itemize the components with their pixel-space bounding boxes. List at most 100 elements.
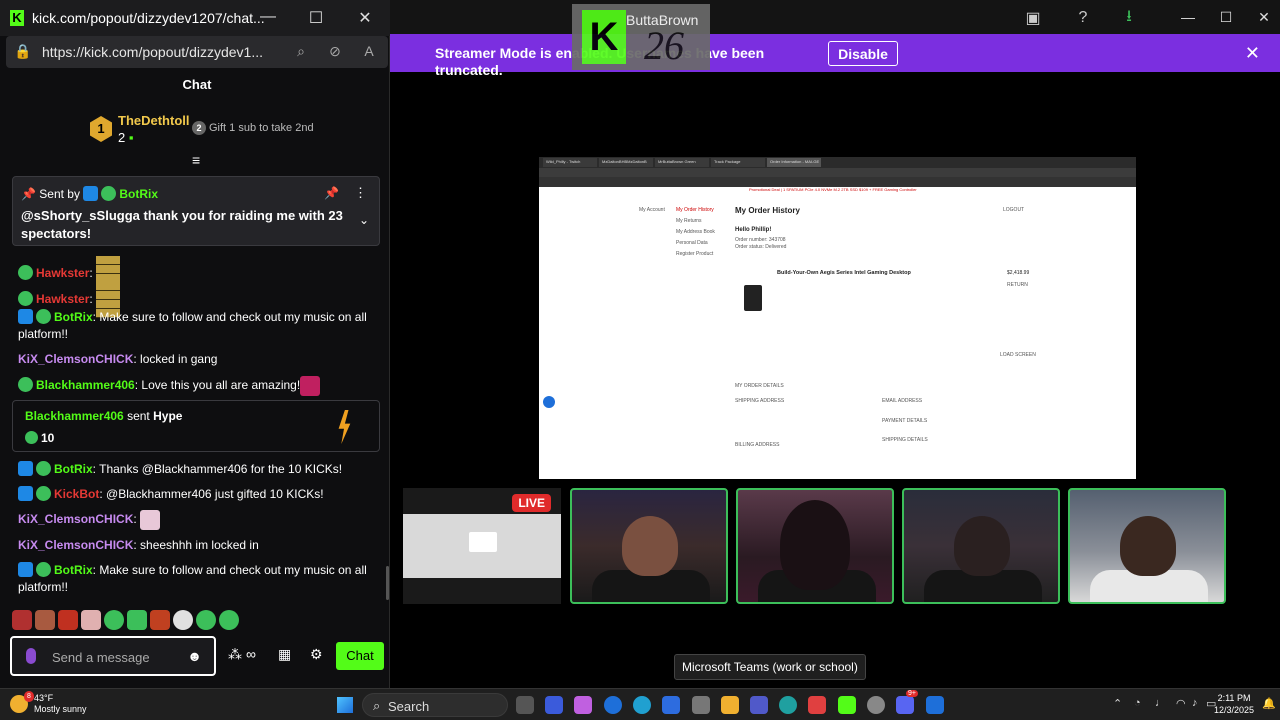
- zoom-icon[interactable]: [662, 696, 680, 714]
- chat-username[interactable]: BotRix: [54, 563, 93, 577]
- edge-icon[interactable]: [779, 696, 797, 714]
- infinity-icon[interactable]: ∞: [246, 646, 256, 662]
- emote-button[interactable]: [196, 610, 216, 630]
- emote-button[interactable]: [12, 610, 32, 630]
- emoji-icon[interactable]: ☻: [187, 648, 202, 664]
- wifi-icon[interactable]: ◠: [1176, 697, 1186, 710]
- nav-link: My Account: [639, 207, 665, 213]
- taskbar-clock[interactable]: 2:11 PM 12/3/2025: [1214, 692, 1254, 716]
- chat-username[interactable]: Hawkster: [36, 266, 89, 280]
- app-icon[interactable]: [545, 696, 563, 714]
- chat-title: Chat: [182, 77, 212, 92]
- chevron-down-icon[interactable]: ⌄: [359, 213, 369, 227]
- emote-button[interactable]: [81, 610, 101, 630]
- chat-message-input[interactable]: [52, 646, 182, 668]
- hype-amount: 10: [25, 431, 54, 445]
- screen-share-thumbnail[interactable]: LIVE: [403, 488, 561, 604]
- app-icon[interactable]: [633, 696, 651, 714]
- app-icon[interactable]: [926, 696, 944, 714]
- disable-button[interactable]: Disable: [828, 41, 898, 66]
- address-bar[interactable]: 🔒 https://kick.com/popout/dizzydev1... ⌕…: [6, 36, 388, 68]
- browser-tabs: Wild_Philly - Twitch MzDaltonBHBMzDalton…: [539, 157, 1136, 168]
- minimize-button[interactable]: —: [258, 8, 278, 26]
- shipping-address-label: SHIPPING ADDRESS: [735, 398, 785, 404]
- discord-icon[interactable]: [896, 696, 914, 714]
- emote-button[interactable]: [58, 610, 78, 630]
- gift-prompt-text: Gift 1 sub to take 2nd: [209, 122, 314, 134]
- participant-video[interactable]: [570, 488, 728, 604]
- url-text: https://kick.com/popout/dizzydev1...: [42, 44, 263, 60]
- kick-logo-icon: K: [10, 10, 24, 26]
- emote-button[interactable]: [219, 610, 239, 630]
- hype-user[interactable]: Blackhammer406: [25, 409, 124, 423]
- microphone-icon[interactable]: [26, 648, 36, 664]
- close-icon[interactable]: ✕: [1245, 43, 1260, 64]
- emote-button[interactable]: [127, 610, 147, 630]
- chat-username[interactable]: BotRix: [54, 462, 93, 476]
- task-view-icon[interactable]: [516, 696, 534, 714]
- close-window-button[interactable]: ✕: [1249, 5, 1279, 29]
- chat-text: sheeshhh im locked in: [140, 538, 259, 552]
- pin-icon[interactable]: 📌: [324, 186, 339, 200]
- close-button[interactable]: ✕: [355, 8, 375, 28]
- notification-bell-icon[interactable]: 🔔: [1262, 697, 1276, 710]
- record-icon[interactable]: ▣: [1022, 7, 1044, 29]
- expand-leaderboard-icon[interactable]: ≡: [192, 152, 200, 168]
- settings-icon[interactable]: [867, 696, 885, 714]
- chat-input-box[interactable]: ☻: [10, 636, 216, 676]
- pinned-header: 📌 Sent by BotRix: [21, 186, 158, 201]
- chat-username[interactable]: KiX_ClemsonCHICK: [18, 512, 133, 526]
- emote-button[interactable]: [35, 610, 55, 630]
- maximize-button[interactable]: ☐: [1211, 5, 1241, 29]
- taskbar-search[interactable]: ⌕ Search: [362, 693, 508, 717]
- kick-coins-icon[interactable]: ⁂: [228, 646, 242, 663]
- clock-time: 2:11 PM: [1217, 693, 1251, 703]
- help-icon[interactable]: ?: [1072, 7, 1094, 29]
- leader-name[interactable]: TheDethtoll: [118, 113, 190, 128]
- more-options-icon[interactable]: ⋮: [354, 185, 367, 201]
- tracking-prevention-icon[interactable]: ⊘: [326, 43, 344, 60]
- greeting: Hello Phillip!: [735, 227, 772, 233]
- chevron-up-icon[interactable]: ⌃: [1113, 697, 1122, 710]
- chat-username[interactable]: Blackhammer406: [36, 378, 135, 392]
- hype-sent-label: sent: [127, 409, 150, 423]
- participant-video[interactable]: [736, 488, 894, 604]
- pinned-sender[interactable]: BotRix: [119, 187, 158, 201]
- hype-amount-value: 10: [41, 431, 55, 445]
- participant-video[interactable]: [902, 488, 1060, 604]
- read-aloud-icon[interactable]: A: [360, 43, 378, 59]
- store-icon[interactable]: [692, 696, 710, 714]
- participant-video[interactable]: [1068, 488, 1226, 604]
- download-icon[interactable]: ⭳: [1118, 7, 1140, 29]
- hp-icon[interactable]: [604, 696, 622, 714]
- chat-username[interactable]: KiX_ClemsonCHICK: [18, 352, 133, 366]
- chat-scrollbar[interactable]: [386, 566, 389, 600]
- zoom-icon[interactable]: ⌕: [292, 43, 310, 60]
- volume-icon[interactable]: ♪: [1192, 697, 1198, 709]
- maximize-button[interactable]: ☐: [306, 8, 326, 28]
- gift-box-icon[interactable]: ▦: [278, 646, 291, 663]
- teams-icon[interactable]: [750, 696, 768, 714]
- maps-icon[interactable]: [808, 696, 826, 714]
- file-explorer-icon[interactable]: [721, 696, 739, 714]
- settings-gear-icon[interactable]: ⚙: [310, 646, 323, 663]
- microphone-tray-icon[interactable]: ♩: [1155, 697, 1166, 709]
- emote-button[interactable]: [104, 610, 124, 630]
- accessibility-icon[interactable]: [543, 396, 555, 408]
- chat-username[interactable]: KiX_ClemsonCHICK: [18, 538, 133, 552]
- send-chat-button[interactable]: Chat: [336, 642, 384, 670]
- chat-username[interactable]: Hawkster: [36, 292, 89, 306]
- emote-button[interactable]: [173, 610, 193, 630]
- windows-start-icon[interactable]: [337, 697, 353, 713]
- chat-text: @Blackhammer406 just gifted 10 KICKs!: [106, 487, 324, 501]
- emote-button[interactable]: [150, 610, 170, 630]
- kick-app-icon[interactable]: [838, 696, 856, 714]
- product-price: $2,418.99: [1007, 270, 1030, 276]
- order-page: My Account My Order History My Returns M…: [539, 195, 1136, 479]
- chat-username[interactable]: BotRix: [54, 310, 93, 324]
- chat-username[interactable]: KickBot: [54, 487, 99, 501]
- copilot-icon[interactable]: [574, 696, 592, 714]
- system-tray-icon[interactable]: ◔: [1134, 697, 1141, 709]
- hype-title: Blackhammer406 sent Hype: [25, 409, 182, 423]
- minimize-button[interactable]: —: [1173, 5, 1203, 29]
